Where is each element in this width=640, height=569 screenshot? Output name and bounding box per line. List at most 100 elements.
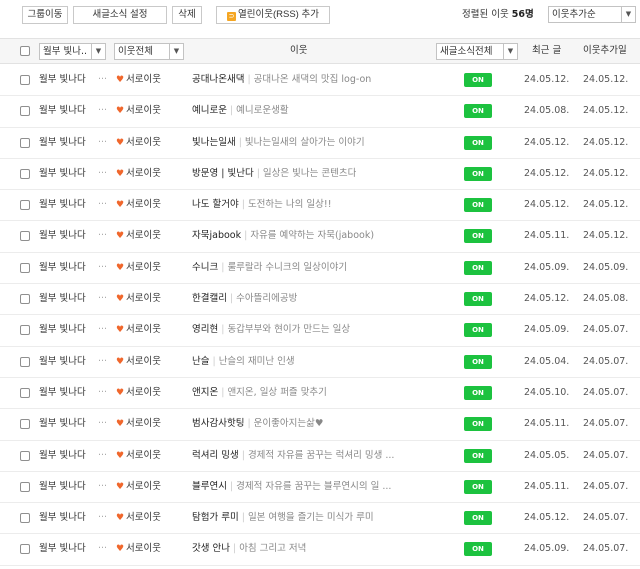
type-filter-select[interactable]: 이웃전체 ▼ — [114, 43, 184, 60]
group-filter-select[interactable]: 월부 빛나.. ▼ — [39, 43, 106, 60]
row-nickname-link[interactable]: 갓생 안나 — [192, 543, 230, 554]
row-blog-name-link[interactable]: 경제적 자유를 꿈꾸는 블루연시의 일 ... — [236, 481, 391, 492]
row-checkbox[interactable] — [20, 231, 30, 242]
row-checkbox[interactable] — [20, 168, 30, 179]
ellipsis-icon: ··· — [98, 293, 108, 305]
row-checkbox[interactable] — [20, 262, 30, 273]
row-nickname-link[interactable]: 난슬 — [192, 356, 209, 367]
row-group: 월부 빛나다 — [39, 543, 86, 555]
row-checkbox[interactable] — [20, 513, 30, 524]
news-on-toggle[interactable]: ON — [464, 354, 492, 369]
row-neighbor-type: 서로이웃 — [126, 230, 161, 242]
row-checkbox[interactable] — [20, 137, 30, 148]
heart-icon: ♥ — [116, 294, 125, 305]
row-checkbox[interactable] — [20, 450, 30, 461]
sort-select[interactable]: 이웃추가순 ▼ — [548, 6, 636, 23]
row-blog-name-link[interactable]: 일상은 빛나는 콘텐츠다 — [263, 168, 356, 179]
row-blog-name-link[interactable]: 공대나온 새댁의 맛집 log-on — [254, 74, 372, 85]
row-nickname-link[interactable]: 블루연시 — [192, 481, 227, 492]
row-nickname-link[interactable]: 자묵jabook — [192, 230, 241, 241]
table-row: 월부 빛나다 ··· ♥ 서로이웃 블루연시 | 경제적 자유를 꿈꾸는 블루연시의 일 .… — [0, 472, 640, 504]
row-blog-name-link[interactable]: 아침 그리고 저녁 — [239, 543, 306, 554]
news-on-toggle[interactable]: ON — [464, 448, 492, 463]
row-added-date: 24.05.07. — [583, 480, 629, 492]
row-nickname-link[interactable]: 범사감사핫팅 — [192, 418, 244, 429]
row-blog-name-link[interactable]: 운이좋아지는삶♥ — [254, 418, 324, 429]
chevron-down-icon: ▼ — [503, 44, 517, 59]
row-neighbor-type: 서로이웃 — [126, 355, 161, 367]
row-blog-name-link[interactable]: 경제적 자유를 꿈꾸는 럭셔리 밍생 ... — [248, 450, 395, 461]
row-blog-name-link[interactable]: 앤지온, 일상 퍼즐 맞추기 — [227, 387, 326, 398]
news-on-toggle[interactable]: ON — [464, 166, 492, 181]
row-nickname-link[interactable]: 나도 할거야 — [192, 199, 239, 210]
row-blog-name-link[interactable]: 일본 여행을 즐기는 미식가 루미 — [248, 512, 374, 523]
row-nickname-link[interactable]: 앤지온 — [192, 387, 218, 398]
news-on-toggle[interactable]: ON — [464, 198, 492, 213]
row-checkbox[interactable] — [20, 481, 30, 492]
news-on-toggle[interactable]: ON — [464, 260, 492, 275]
news-on-toggle[interactable]: ON — [464, 292, 492, 307]
row-blog-name-link[interactable]: 자유를 예약하는 자묵(jabook) — [250, 230, 374, 241]
row-checkbox[interactable] — [20, 419, 30, 430]
row-checkbox[interactable] — [20, 294, 30, 305]
row-nickname-link[interactable]: 방문영 | 빛난다 — [192, 168, 254, 179]
ellipsis-icon: ··· — [98, 230, 108, 242]
row-checkbox[interactable] — [20, 325, 30, 336]
row-nickname-link[interactable]: 빛나는일새 — [192, 137, 236, 148]
news-on-toggle[interactable]: ON — [464, 511, 492, 526]
heart-icon: ♥ — [116, 262, 125, 273]
divider: | — [241, 199, 245, 211]
row-recent-post-date: 24.05.12. — [524, 136, 570, 148]
heart-icon: ♥ — [116, 75, 125, 85]
row-blog-name-link[interactable]: 예니로운생활 — [236, 105, 288, 116]
sort-info: 정렬된 이웃 56명 — [462, 7, 534, 23]
ellipsis-icon: ··· — [98, 199, 108, 211]
news-on-toggle[interactable]: ON — [464, 323, 492, 338]
row-neighbor: 예니로운 | 예니로운생활 — [192, 96, 289, 126]
news-on-toggle[interactable]: ON — [464, 385, 492, 400]
rss-add-button[interactable]: ⊃ 열린이웃(RSS) 추가 — [216, 6, 330, 24]
news-filter-select[interactable]: 새글소식전체 ▼ — [436, 43, 518, 60]
row-recent-post-date: 24.05.12. — [524, 512, 570, 524]
news-on-toggle[interactable]: ON — [464, 229, 492, 244]
row-blog-name-link[interactable]: 수아뜰리에공방 — [236, 293, 297, 304]
delete-button[interactable]: 삭제 — [172, 6, 202, 24]
row-checkbox[interactable] — [20, 356, 30, 367]
row-nickname-link[interactable]: 예니로운 — [192, 105, 227, 116]
row-added-date: 24.05.07. — [583, 324, 629, 336]
row-neighbor: 범사감사핫팅 | 운이좋아지는삶♥ — [192, 409, 323, 439]
row-nickname-link[interactable]: 영리현 — [192, 324, 218, 335]
news-on-toggle[interactable]: ON — [464, 104, 492, 119]
row-checkbox[interactable] — [20, 544, 30, 555]
row-blog-name-link[interactable]: 동갑부부와 현이가 만드는 일상 — [227, 324, 350, 335]
row-checkbox[interactable] — [20, 387, 30, 398]
table-row: 월부 빛나다 ··· ♥ 서로이웃 예니로운 | 예니로운생활 ON 24.05.08. 24.0… — [0, 96, 640, 128]
row-nickname-link[interactable]: 한결캘리 — [192, 293, 227, 304]
row-nickname-link[interactable]: 럭셔리 밍생 — [192, 450, 239, 461]
row-neighbor-type: 서로이웃 — [126, 449, 161, 461]
row-neighbor: 자묵jabook | 자유를 예약하는 자묵(jabook) — [192, 221, 374, 251]
heart-icon: ♥ — [116, 200, 125, 211]
row-checkbox[interactable] — [20, 200, 30, 211]
news-settings-button[interactable]: 새글소식 설정 — [73, 6, 167, 24]
news-on-toggle[interactable]: ON — [464, 542, 492, 557]
row-blog-name-link[interactable]: 빛나는일새의 살아가는 이야기 — [245, 137, 365, 148]
news-on-toggle[interactable]: ON — [464, 135, 492, 150]
neighbor-list: 월부 빛나다 ··· ♥ 서로이웃 공대나온새댁 | 공대나온 새댁의 맛집 log-on O… — [0, 65, 640, 566]
news-on-toggle[interactable]: ON — [464, 73, 492, 87]
news-on-toggle[interactable]: ON — [464, 417, 492, 432]
row-checkbox[interactable] — [20, 75, 30, 85]
row-nickname-link[interactable]: 탐험가 루미 — [192, 512, 239, 523]
row-blog-name-link[interactable]: 도전하는 나의 일상!! — [248, 199, 332, 210]
row-added-date: 24.05.07. — [583, 512, 629, 524]
row-checkbox[interactable] — [20, 106, 30, 117]
news-on-toggle[interactable]: ON — [464, 479, 492, 494]
row-nickname-link[interactable]: 공대나온새댁 — [192, 74, 244, 85]
row-nickname-link[interactable]: 수니크 — [192, 262, 218, 273]
group-move-button[interactable]: 그룹이동 — [22, 6, 68, 24]
row-blog-name-link[interactable]: 룰루랄라 수니크의 일상이야기 — [227, 262, 347, 273]
row-blog-name-link[interactable]: 난슬의 재미난 인생 — [219, 356, 295, 367]
select-all-checkbox[interactable] — [20, 46, 30, 56]
divider: | — [229, 105, 234, 117]
added-date-column-header: 이웃추가일 — [583, 45, 627, 56]
